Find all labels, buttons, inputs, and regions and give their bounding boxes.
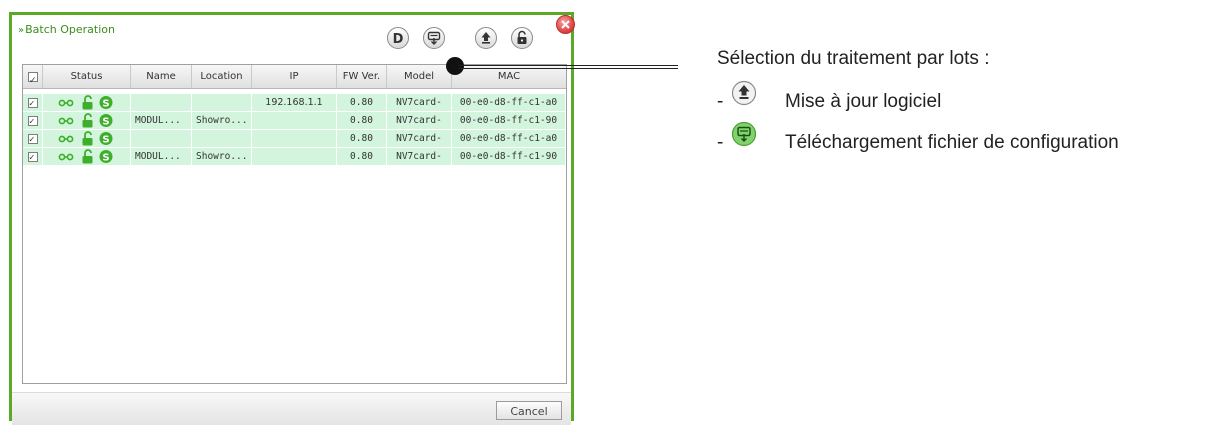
name-cell xyxy=(131,94,192,111)
mac-cell: 00-e0-d8-ff-c1-90 xyxy=(452,148,566,165)
s-icon: S xyxy=(99,132,112,146)
select-all-checkbox[interactable] xyxy=(28,70,38,93)
close-icon xyxy=(561,20,570,29)
model-cell: NV7card- xyxy=(387,112,452,129)
annotation-item-label: Mise à jour logiciel xyxy=(785,91,942,112)
svg-text:S: S xyxy=(102,117,109,128)
svg-text:S: S xyxy=(102,99,109,110)
status-cell: S xyxy=(43,94,131,111)
batch-operation-dialog: »Batch Operation D ✓ Status Name Locatio… xyxy=(9,12,575,425)
model-cell: NV7card- xyxy=(387,148,452,165)
location-cell: Showro... xyxy=(192,148,252,165)
location-cell xyxy=(192,130,252,147)
row-checkbox[interactable] xyxy=(28,150,38,165)
row-checkbox[interactable] xyxy=(28,96,38,111)
table-row[interactable]: S MODUL... Showro... 0.80 NV7card- 00-e0… xyxy=(23,112,566,130)
annotation-dash: - xyxy=(717,132,724,153)
s-icon: S xyxy=(99,114,112,128)
unlock-icon xyxy=(82,149,92,164)
row-select-cell xyxy=(23,94,43,111)
ip-cell xyxy=(252,130,337,147)
svg-text:S: S xyxy=(102,153,109,164)
link-icon xyxy=(58,153,73,161)
ip-cell: 192.168.1.1 xyxy=(252,94,337,111)
row-select-cell xyxy=(23,148,43,165)
unlock-icon xyxy=(82,95,92,110)
annotation-item-label: Téléchargement fichier de configuration xyxy=(785,132,1119,153)
mac-cell: 00-e0-d8-ff-c1-90 xyxy=(452,112,566,129)
config-download-icon xyxy=(427,31,441,45)
row-checkbox[interactable] xyxy=(28,114,38,129)
table-row[interactable]: S 192.168.1.1 0.80 NV7card- 00-e0-d8-ff-… xyxy=(23,94,566,112)
name-cell: MODUL... xyxy=(131,148,192,165)
upload-button[interactable] xyxy=(475,27,497,49)
annotation-dash: - xyxy=(717,91,724,112)
model-cell: NV7card- xyxy=(387,130,452,147)
d-button[interactable]: D xyxy=(387,27,409,49)
name-cell: MODUL... xyxy=(131,112,192,129)
status-icons: S xyxy=(58,95,112,110)
unlock-icon xyxy=(82,131,92,146)
d-icon-label: D xyxy=(393,32,404,46)
table-row[interactable]: S 0.80 NV7card- 00-e0-d8-ff-c1-a0 xyxy=(23,130,566,148)
status-cell: S xyxy=(43,148,131,165)
upload-icon xyxy=(481,32,491,44)
header-fw-ver[interactable]: FW Ver. xyxy=(337,65,387,88)
location-cell xyxy=(192,94,252,111)
header-status[interactable]: Status xyxy=(43,65,131,88)
svg-text:S: S xyxy=(102,135,109,146)
upload-icon xyxy=(731,80,757,106)
unlock-icon xyxy=(517,30,527,44)
ip-cell xyxy=(252,112,337,129)
status-icons: S xyxy=(58,149,112,164)
link-icon xyxy=(58,135,73,143)
status-cell: S xyxy=(43,112,131,129)
annotation-heading: Sélection du traitement par lots : xyxy=(717,48,990,69)
title-arrows-icon: » xyxy=(18,25,25,36)
name-cell xyxy=(131,130,192,147)
s-icon: S xyxy=(99,96,112,110)
fw-cell: 0.80 xyxy=(337,112,387,129)
model-cell: NV7card- xyxy=(387,94,452,111)
status-icons: S xyxy=(58,113,112,128)
row-select-cell xyxy=(23,112,43,129)
s-icon: S xyxy=(99,150,112,164)
cancel-button[interactable]: Cancel xyxy=(496,401,562,420)
callout-line xyxy=(458,65,678,66)
header-name[interactable]: Name xyxy=(131,65,192,88)
row-checkbox[interactable] xyxy=(28,132,38,147)
config-download-button[interactable] xyxy=(423,27,445,49)
dialog-title: »Batch Operation xyxy=(18,23,115,36)
status-cell: S xyxy=(43,130,131,147)
location-cell: Showro... xyxy=(192,112,252,129)
unlock-icon xyxy=(82,113,92,128)
header-model[interactable]: Model xyxy=(387,65,452,88)
link-icon xyxy=(58,117,73,125)
device-table: Status Name Location IP FW Ver. Model MA… xyxy=(22,64,567,384)
callout-dot xyxy=(446,57,464,75)
callout-line xyxy=(458,68,678,69)
fw-cell: 0.80 xyxy=(337,130,387,147)
d-icon: D xyxy=(393,32,404,46)
fw-cell: 0.80 xyxy=(337,148,387,165)
mac-cell: 00-e0-d8-ff-c1-a0 xyxy=(452,130,566,147)
dialog-title-text: Batch Operation xyxy=(25,23,115,36)
mac-cell: 00-e0-d8-ff-c1-a0 xyxy=(452,94,566,111)
fw-cell: 0.80 xyxy=(337,94,387,111)
unlock-button[interactable] xyxy=(511,27,533,49)
config-download-icon xyxy=(731,121,757,147)
link-icon xyxy=(58,99,73,107)
close-button[interactable] xyxy=(556,15,575,34)
select-all-cell xyxy=(23,65,43,93)
ip-cell xyxy=(252,148,337,165)
row-select-cell xyxy=(23,130,43,147)
status-icons: S xyxy=(58,131,112,146)
header-location[interactable]: Location xyxy=(192,65,252,88)
dialog-footer: Cancel xyxy=(12,392,571,425)
table-row[interactable]: S MODUL... Showro... 0.80 NV7card- 00-e0… xyxy=(23,148,566,166)
header-ip[interactable]: IP xyxy=(252,65,337,88)
